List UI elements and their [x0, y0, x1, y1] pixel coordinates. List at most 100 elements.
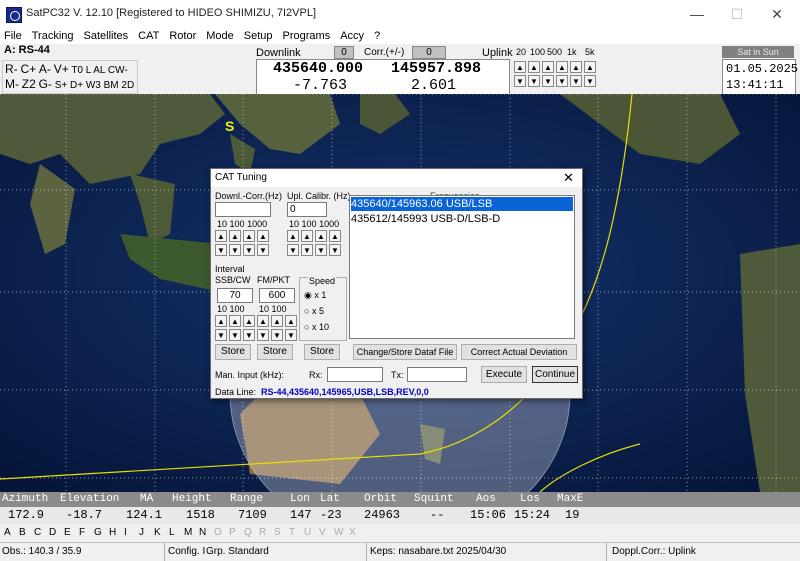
letter-p[interactable]: P [229, 527, 236, 538]
execute-button[interactable]: Execute [481, 366, 527, 383]
up-arrow-icon[interactable]: ▲ [215, 230, 227, 242]
downl-corr-input[interactable] [215, 202, 271, 217]
letter-v[interactable]: V [319, 527, 326, 538]
letter-x[interactable]: X [349, 527, 356, 538]
letter-d[interactable]: D [49, 527, 56, 538]
up-arrow-icon[interactable]: ▲ [556, 61, 568, 73]
down-arrow-icon[interactable]: ▼ [271, 329, 283, 341]
down-arrow-icon[interactable]: ▼ [301, 244, 313, 256]
rx-input[interactable] [327, 367, 383, 382]
menu-tracking[interactable]: Tracking [32, 28, 74, 44]
down-arrow-icon[interactable]: ▼ [215, 244, 227, 256]
menu-file[interactable]: File [4, 28, 22, 44]
letter-a[interactable]: A [4, 527, 11, 538]
satellite-marker[interactable]: S [225, 118, 234, 134]
down-arrow-icon[interactable]: ▼ [257, 244, 269, 256]
up-arrow-icon[interactable]: ▲ [528, 61, 540, 73]
menu-programs[interactable]: Programs [283, 28, 331, 44]
up-arrow-icon[interactable]: ▲ [301, 230, 313, 242]
maximize-icon[interactable]: ☐ [717, 0, 757, 28]
rotor-bm[interactable]: BM [104, 80, 119, 91]
continue-button[interactable]: Continue [532, 366, 578, 383]
rotor-c[interactable]: C+ [20, 62, 36, 76]
speed-option-x10[interactable]: ○ x 10 [304, 322, 329, 332]
rotor-cw[interactable]: CW- [108, 65, 128, 76]
store-ssb-button[interactable]: Store [215, 344, 251, 360]
letter-o[interactable]: O [214, 527, 222, 538]
up-arrow-icon[interactable]: ▲ [584, 61, 596, 73]
up-arrow-icon[interactable]: ▲ [243, 230, 255, 242]
ssb-cw-input[interactable] [217, 288, 253, 303]
rotor-r[interactable]: R- [5, 62, 18, 76]
menu-accy[interactable]: Accy [340, 28, 364, 44]
letter-t[interactable]: T [289, 527, 295, 538]
letter-m[interactable]: M [184, 527, 192, 538]
menu-help[interactable]: ? [374, 28, 380, 44]
up-arrow-icon[interactable]: ▲ [229, 315, 241, 327]
up-arrow-icon[interactable]: ▲ [243, 315, 255, 327]
down-arrow-icon[interactable]: ▼ [257, 329, 269, 341]
up-arrow-icon[interactable]: ▲ [285, 315, 297, 327]
up-arrow-icon[interactable]: ▲ [514, 61, 526, 73]
letter-k[interactable]: K [154, 527, 161, 538]
down-arrow-icon[interactable]: ▼ [514, 75, 526, 87]
fm-pkt-input[interactable] [259, 288, 295, 303]
down-arrow-icon[interactable]: ▼ [556, 75, 568, 87]
menu-satellites[interactable]: Satellites [84, 28, 129, 44]
letter-f[interactable]: F [79, 527, 85, 538]
down-arrow-icon[interactable]: ▼ [229, 244, 241, 256]
tx-input[interactable] [407, 367, 467, 382]
letter-q[interactable]: Q [244, 527, 252, 538]
up-arrow-icon[interactable]: ▲ [570, 61, 582, 73]
rotor-d[interactable]: D+ [70, 80, 83, 91]
up-arrow-icon[interactable]: ▲ [287, 230, 299, 242]
letter-e[interactable]: E [64, 527, 71, 538]
frequencies-list[interactable]: 435640/145963.06 USB/LSB 435612/145993 U… [349, 195, 575, 339]
letter-h[interactable]: H [109, 527, 116, 538]
up-arrow-icon[interactable]: ▲ [542, 61, 554, 73]
letter-r[interactable]: R [259, 527, 266, 538]
up-arrow-icon[interactable]: ▲ [229, 230, 241, 242]
down-arrow-icon[interactable]: ▼ [215, 329, 227, 341]
down-arrow-icon[interactable]: ▼ [329, 244, 341, 256]
down-arrow-icon[interactable]: ▼ [243, 329, 255, 341]
menu-cat[interactable]: CAT [138, 28, 159, 44]
rotor-v[interactable]: V+ [54, 62, 69, 76]
menu-setup[interactable]: Setup [244, 28, 273, 44]
down-arrow-icon[interactable]: ▼ [584, 75, 596, 87]
rotor-s[interactable]: S+ [55, 80, 68, 91]
down-arrow-icon[interactable]: ▼ [315, 244, 327, 256]
up-arrow-icon[interactable]: ▲ [329, 230, 341, 242]
letter-j[interactable]: J [139, 527, 144, 538]
store-speed-button[interactable]: Store [304, 344, 340, 360]
speed-option-x5[interactable]: ○ x 5 [304, 306, 324, 316]
correct-deviation-button[interactable]: Correct Actual Deviation [461, 344, 577, 360]
letter-l[interactable]: L [169, 527, 175, 538]
down-arrow-icon[interactable]: ▼ [287, 244, 299, 256]
down-arrow-icon[interactable]: ▼ [570, 75, 582, 87]
up-arrow-icon[interactable]: ▲ [315, 230, 327, 242]
letter-i[interactable]: I [124, 527, 127, 538]
rotor-2d[interactable]: 2D [121, 80, 134, 91]
rotor-w3[interactable]: W3 [86, 80, 101, 91]
rotor-g[interactable]: G- [39, 77, 52, 91]
down-arrow-icon[interactable]: ▼ [528, 75, 540, 87]
rotor-m[interactable]: M- [5, 77, 19, 91]
rotor-l[interactable]: L [86, 65, 91, 76]
rotor-z2[interactable]: Z2 [22, 77, 36, 91]
letter-b[interactable]: B [19, 527, 26, 538]
close-icon[interactable]: ✕ [757, 0, 797, 28]
upl-calibr-input[interactable] [287, 202, 327, 217]
dialog-close-icon[interactable]: ✕ [563, 170, 574, 186]
letter-w[interactable]: W [334, 527, 343, 538]
rotor-al[interactable]: AL [93, 65, 105, 76]
letter-c[interactable]: C [34, 527, 41, 538]
up-arrow-icon[interactable]: ▲ [271, 315, 283, 327]
letter-g[interactable]: G [94, 527, 102, 538]
up-arrow-icon[interactable]: ▲ [257, 315, 269, 327]
speed-option-x1[interactable]: ◉ x 1 [304, 290, 326, 301]
rotor-a[interactable]: A- [39, 62, 51, 76]
down-arrow-icon[interactable]: ▼ [542, 75, 554, 87]
store-fm-button[interactable]: Store [257, 344, 293, 360]
down-arrow-icon[interactable]: ▼ [243, 244, 255, 256]
